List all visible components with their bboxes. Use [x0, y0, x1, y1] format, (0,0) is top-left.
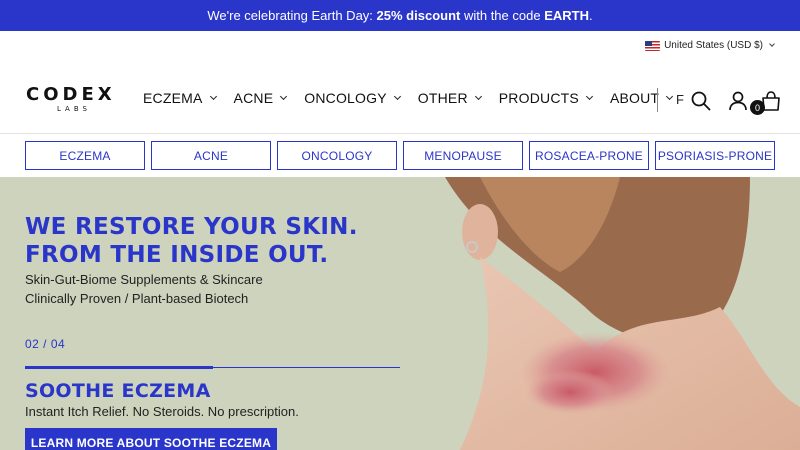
category-bar: ECZEMA ACNE ONCOLOGY MENOPAUSE ROSACEA-P… — [25, 141, 775, 170]
category-psoriasis-prone[interactable]: PSORIASIS-PRONE — [655, 141, 775, 170]
locale-selector[interactable]: United States (USD $) — [645, 40, 775, 51]
nav-item-oncology[interactable]: ONCOLOGY — [304, 90, 401, 106]
logo-subtitle: LABS — [57, 105, 91, 113]
nav-label: PRODUCTS — [498, 90, 579, 106]
nav-item-about[interactable]: ABOUT — [609, 90, 674, 106]
slide-counter: 02 / 04 — [25, 337, 66, 351]
us-flag-icon — [645, 40, 661, 51]
chevron-down-icon — [393, 92, 401, 100]
chevron-down-icon — [585, 92, 593, 100]
search-icon[interactable] — [690, 90, 712, 112]
nav-item-products[interactable]: PRODUCTS — [498, 90, 593, 106]
announcement-bar: We're celebrating Earth Day: 25% discoun… — [0, 0, 800, 31]
announcement-suffix: . — [588, 8, 593, 23]
nav-item-eczema[interactable]: ECZEMA — [143, 90, 217, 106]
logo[interactable]: CODEX LABS — [26, 86, 122, 116]
announcement-code: EARTH — [544, 8, 589, 23]
hero-subtitle-1: Skin-Gut-Biome Supplements & Skincare — [25, 272, 263, 287]
hero-image-neck-eczema — [420, 177, 800, 450]
main-nav: ECZEMA ACNE ONCOLOGY OTHER PRODUCTS ABOU… — [143, 90, 690, 106]
cart-count-badge: 0 — [750, 100, 765, 115]
hero-subtitle-2: Clinically Proven / Plant-based Biotech — [25, 291, 249, 306]
nav-partial-text: F — [676, 92, 684, 107]
nav-label: ACNE — [233, 90, 274, 106]
account-icon[interactable] — [727, 90, 749, 112]
logo-wordmark: CODEX — [26, 84, 116, 105]
announcement-middle: with the code — [463, 8, 541, 23]
nav-label: ECZEMA — [143, 90, 203, 106]
chevron-down-icon — [474, 92, 482, 100]
category-acne[interactable]: ACNE — [151, 141, 271, 170]
category-rosacea-prone[interactable]: ROSACEA-PRONE — [529, 141, 649, 170]
chevron-down-icon — [209, 92, 217, 100]
slide-progress-fill — [25, 366, 213, 369]
slide-title: SOOTHE ECZEMA — [25, 380, 211, 402]
learn-more-button[interactable]: LEARN MORE ABOUT SOOTHE ECZEMA — [25, 428, 277, 450]
nav-divider — [657, 88, 658, 112]
nav-item-acne[interactable]: ACNE — [233, 90, 288, 106]
site-header: CODEX LABS ECZEMA ACNE ONCOLOGY OTHER PR… — [0, 70, 800, 130]
nav-label: ABOUT — [609, 90, 660, 106]
hero-banner: WE RESTORE YOUR SKIN. FROM THE INSIDE OU… — [0, 177, 800, 450]
announcement-prefix: We're celebrating Earth Day: — [207, 8, 373, 23]
locale-label: United States (USD $) — [664, 40, 763, 51]
nav-label: OTHER — [417, 90, 468, 106]
chevron-down-icon — [769, 41, 775, 47]
nav-item-other[interactable]: OTHER — [417, 90, 482, 106]
slide-description: Instant Itch Relief. No Steroids. No pre… — [25, 404, 299, 419]
hero-title: WE RESTORE YOUR SKIN. FROM THE INSIDE OU… — [25, 214, 358, 268]
header-divider — [0, 133, 800, 134]
announcement-discount: 25% discount — [376, 8, 461, 23]
category-menopause[interactable]: MENOPAUSE — [403, 141, 523, 170]
nav-label: ONCOLOGY — [304, 90, 387, 106]
chevron-down-icon — [666, 92, 674, 100]
category-oncology[interactable]: ONCOLOGY — [277, 141, 397, 170]
chevron-down-icon — [280, 92, 288, 100]
category-eczema[interactable]: ECZEMA — [25, 141, 145, 170]
